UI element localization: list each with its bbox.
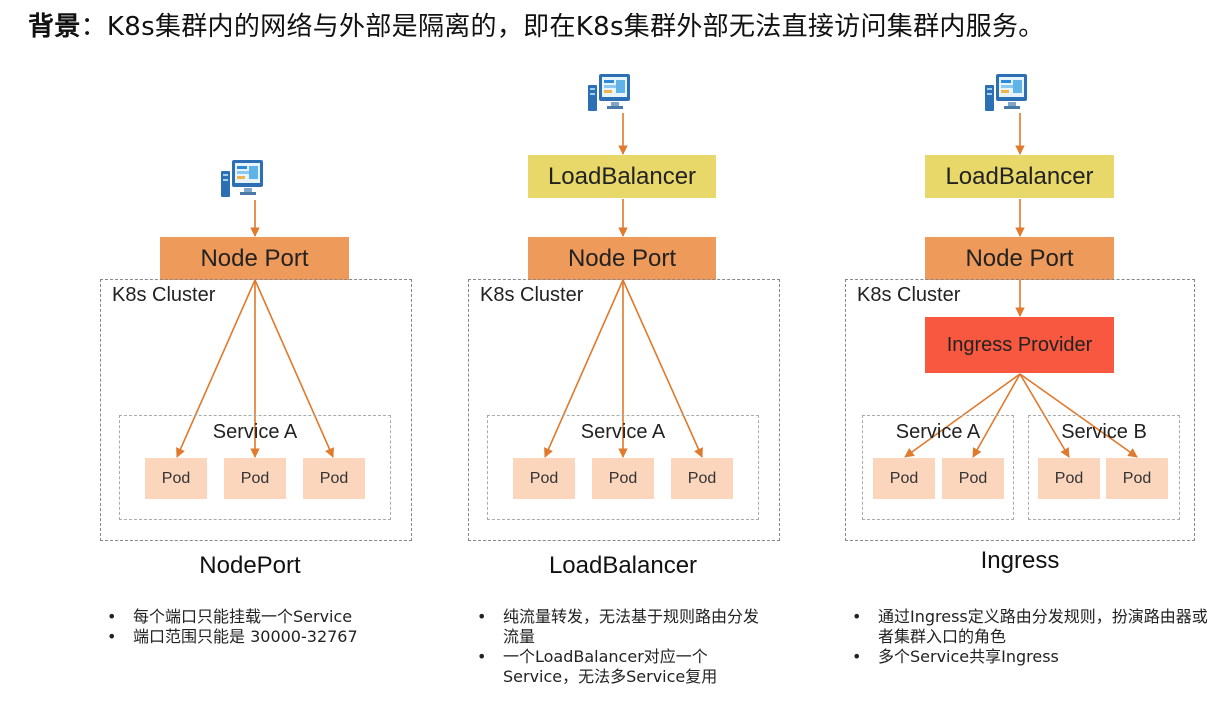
- caption-ingress: Ingress: [980, 547, 1060, 574]
- pod: Pod: [224, 458, 286, 499]
- pod: Pod: [513, 458, 575, 499]
- ingress-provider-box: Ingress Provider: [925, 317, 1114, 373]
- load-balancer-box: LoadBalancer: [528, 155, 716, 198]
- pod: Pod: [592, 458, 654, 499]
- computer-icon: [588, 74, 630, 111]
- cluster-label: K8s Cluster: [857, 284, 961, 306]
- note-item: 一个LoadBalancer对应一个Service，无法多Service复用: [473, 647, 773, 687]
- pod: Pod: [303, 458, 365, 499]
- note-item: 每个端口只能挂载一个Service: [103, 607, 423, 627]
- node-port-box: Node Port: [925, 237, 1114, 280]
- note-item: 纯流量转发，无法基于规则路由分发流量: [473, 607, 773, 647]
- computer-icon: [985, 74, 1027, 111]
- service-label: Service A: [212, 421, 298, 443]
- caption-nodeport: NodePort: [199, 552, 301, 579]
- note-item: 多个Service共享Ingress: [848, 647, 1220, 667]
- caption-loadbalancer: LoadBalancer: [548, 552, 698, 579]
- note-item: 通过Ingress定义路由分发规则，扮演路由器或者集群入口的角色: [848, 607, 1220, 647]
- node-port-box: Node Port: [528, 237, 716, 280]
- load-balancer-box: LoadBalancer: [925, 155, 1114, 198]
- notes-nodeport: 每个端口只能挂载一个Service 端口范围只能是 30000-32767: [103, 607, 423, 647]
- notes-loadbalancer: 纯流量转发，无法基于规则路由分发流量 一个LoadBalancer对应一个Ser…: [473, 607, 773, 687]
- service-label: Service A: [580, 421, 666, 443]
- pod: Pod: [671, 458, 733, 499]
- computer-icon: [221, 160, 263, 197]
- pod: Pod: [1106, 458, 1168, 499]
- service-label: Service B: [1061, 421, 1147, 443]
- cluster-label: K8s Cluster: [480, 284, 584, 306]
- pod: Pod: [873, 458, 935, 499]
- service-label: Service A: [895, 421, 981, 443]
- cluster-label: K8s Cluster: [112, 284, 216, 306]
- pod: Pod: [1038, 458, 1100, 499]
- pod: Pod: [145, 458, 207, 499]
- pod: Pod: [942, 458, 1004, 499]
- note-item: 端口范围只能是 30000-32767: [103, 627, 423, 647]
- notes-ingress: 通过Ingress定义路由分发规则，扮演路由器或者集群入口的角色 多个Servi…: [848, 607, 1220, 667]
- node-port-box: Node Port: [160, 237, 349, 280]
